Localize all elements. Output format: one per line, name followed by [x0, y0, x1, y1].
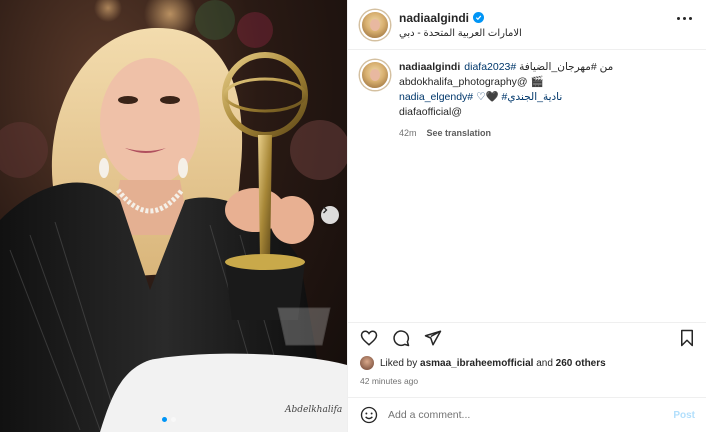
share-icon[interactable] — [424, 329, 442, 347]
comment-bar: Post — [348, 397, 706, 432]
post-side-panel: nadiaalgindi الامارات العربية المتحدة - … — [347, 0, 706, 432]
caption-line-3[interactable]: nadia_elgendy# ♡🖤 #نادية_الجندي — [399, 90, 613, 105]
hashtag-diafa2023[interactable]: diafa2023# — [464, 61, 516, 73]
post-location[interactable]: الامارات العربية المتحدة - دبي — [399, 28, 522, 39]
photo-illustration — [0, 0, 347, 432]
see-translation-link[interactable]: See translation — [427, 126, 492, 141]
chevron-right-icon — [323, 206, 328, 214]
author-username[interactable]: nadiaalgindi — [399, 11, 469, 25]
post-actions-bar — [348, 322, 706, 352]
more-options-icon[interactable] — [677, 17, 692, 20]
carousel-next-button[interactable] — [321, 206, 339, 224]
caption-line-4[interactable]: diafaofficial@ — [399, 105, 613, 120]
post-comment-button[interactable]: Post — [673, 410, 695, 421]
liked-by-and: and — [536, 357, 553, 369]
comment-input[interactable] — [388, 409, 648, 421]
author-avatar[interactable] — [360, 9, 390, 40]
caption-username[interactable]: nadiaalgindi — [399, 61, 460, 73]
heart-icon[interactable] — [360, 329, 378, 347]
liked-by-user[interactable]: asmaa_ibraheemofficial — [420, 358, 533, 369]
post-caption: nadiaalgindi diafa2023# من #مهرجان_الضياف… — [348, 50, 706, 141]
liked-by-others[interactable]: 260 others — [556, 358, 606, 369]
post-photo[interactable]: Abdelkhalifa — [0, 0, 347, 432]
post-header: nadiaalgindi الامارات العربية المتحدة - … — [348, 0, 706, 50]
liked-by-prefix: Liked by — [380, 357, 418, 369]
caption-author-avatar[interactable] — [360, 60, 390, 90]
carousel-dot — [171, 417, 176, 422]
caption-line-2[interactable]: abdokhalifa_photography@ 🎬 — [399, 75, 613, 90]
post-timestamp[interactable]: 42 minutes ago — [360, 376, 418, 386]
comment-icon[interactable] — [392, 329, 410, 347]
carousel-indicator — [162, 417, 176, 422]
bookmark-icon[interactable] — [679, 329, 695, 347]
carousel-dot-active — [162, 417, 167, 422]
emoji-icon[interactable] — [360, 406, 378, 424]
photographer-signature: Abdelkhalifa — [285, 405, 343, 415]
post-time-short: 42m — [399, 128, 417, 138]
verified-badge-icon — [473, 12, 485, 23]
caption-line-1: من #مهرجان_الضيافة — [516, 61, 614, 73]
liker-avatar[interactable] — [360, 356, 374, 370]
likes-summary: Liked by asmaa_ibraheemofficial and 260 … — [360, 356, 606, 370]
